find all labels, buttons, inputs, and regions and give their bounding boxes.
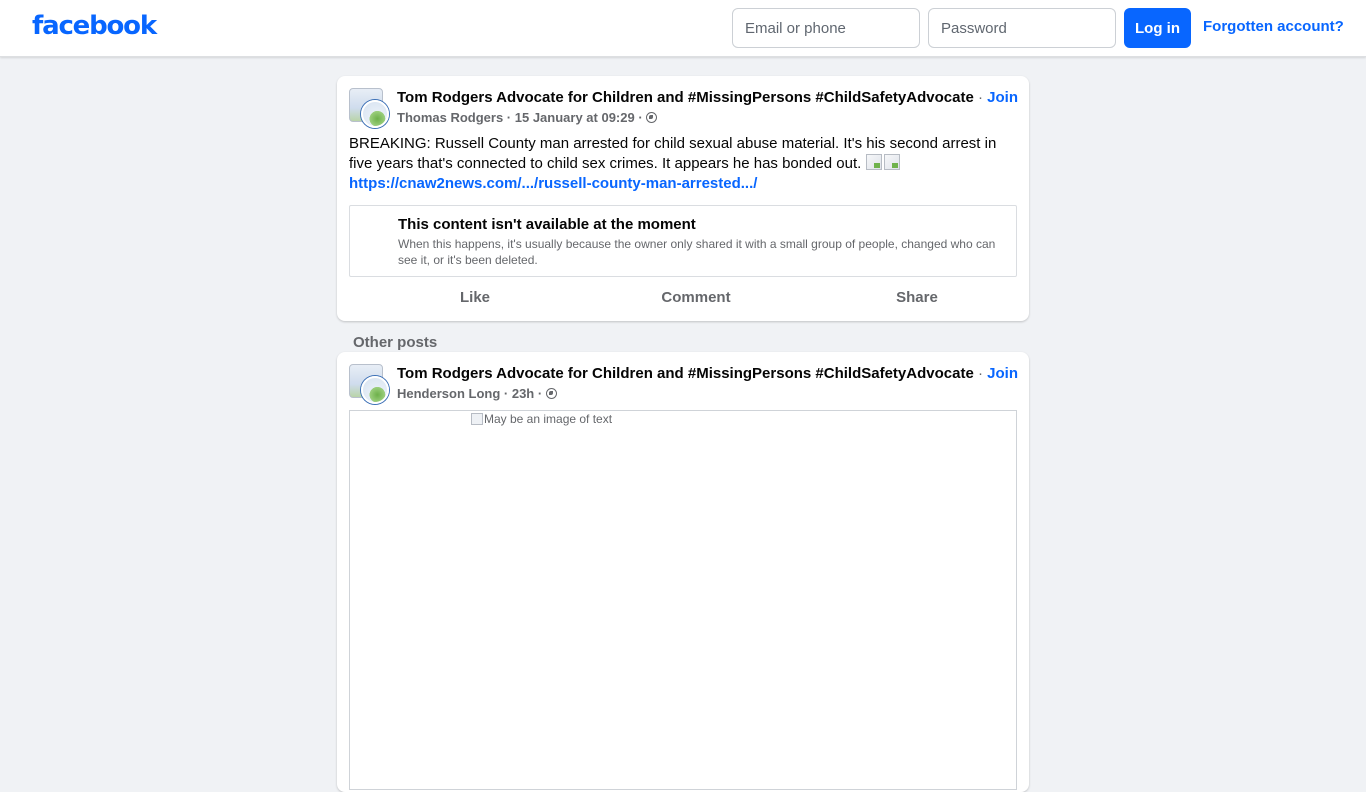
author-name-link[interactable]: Henderson Long — [397, 386, 500, 401]
post-card: Tom Rodgers Advocate for Children and #M… — [337, 76, 1029, 321]
comment-button[interactable]: Comment — [596, 285, 796, 311]
post-timestamp-link[interactable]: 23h — [512, 386, 534, 401]
facebook-logo[interactable]: facebook — [32, 11, 157, 41]
image-alt-label: May be an image of text — [484, 412, 613, 426]
meta-separator: · — [634, 110, 647, 125]
broken-image-icon — [471, 413, 483, 425]
author-name-link[interactable]: Thomas Rodgers — [397, 110, 503, 125]
post-external-link[interactable]: https://cnaw2news.com/.../russell-county… — [349, 175, 757, 192]
post-header-title: Tom Rodgers Advocate for Children and #M… — [397, 89, 1018, 106]
meta-separator: · — [500, 386, 512, 401]
post-timestamp-link[interactable]: 15 January at 09:29 — [515, 110, 635, 125]
login-button[interactable]: Log in — [1124, 8, 1191, 48]
unavailable-title: This content isn't available at the mome… — [398, 216, 696, 233]
author-avatar[interactable] — [361, 376, 389, 404]
post-meta: Henderson Long · 23h · — [397, 386, 557, 401]
post-text: BREAKING: Russell County man arrested fo… — [349, 134, 1017, 194]
top-bar: facebook Log in Forgotten account? — [0, 0, 1366, 57]
title-separator: · — [973, 89, 988, 106]
post-image[interactable]: May be an image of text — [349, 410, 1017, 790]
password-field[interactable] — [928, 8, 1116, 48]
group-avatar[interactable] — [349, 364, 389, 404]
globe-icon — [545, 388, 557, 399]
share-button[interactable]: Share — [817, 285, 1017, 311]
author-avatar[interactable] — [361, 100, 389, 128]
unavailable-description: When this happens, it's usually because … — [398, 237, 996, 267]
post-actions: Like Comment Share — [337, 285, 1029, 311]
other-posts-heading: Other posts — [353, 334, 438, 351]
post-meta: Thomas Rodgers · 15 January at 09:29 · — [397, 110, 658, 125]
group-name-link[interactable]: Tom Rodgers Advocate for Children and #M… — [397, 89, 974, 106]
join-link[interactable]: Join — [987, 365, 1018, 382]
post-header-title: Tom Rodgers Advocate for Children and #M… — [397, 365, 1018, 382]
meta-separator: · — [503, 110, 515, 125]
group-name-link[interactable]: Tom Rodgers Advocate for Children and #M… — [397, 365, 974, 382]
emoji-image-icon — [865, 154, 882, 170]
unavailable-content-box: This content isn't available at the mome… — [349, 205, 1017, 277]
forgotten-account-link[interactable]: Forgotten account? — [1203, 18, 1344, 35]
emoji-image-icon — [883, 154, 900, 170]
meta-separator: · — [534, 386, 546, 401]
post-card: Tom Rodgers Advocate for Children and #M… — [337, 352, 1029, 792]
image-alt-text: May be an image of text — [471, 412, 612, 426]
group-avatar[interactable] — [349, 88, 389, 128]
join-link[interactable]: Join — [987, 89, 1018, 106]
like-button[interactable]: Like — [375, 285, 575, 311]
globe-icon — [646, 112, 658, 123]
email-field[interactable] — [732, 8, 920, 48]
title-separator: · — [973, 365, 988, 382]
